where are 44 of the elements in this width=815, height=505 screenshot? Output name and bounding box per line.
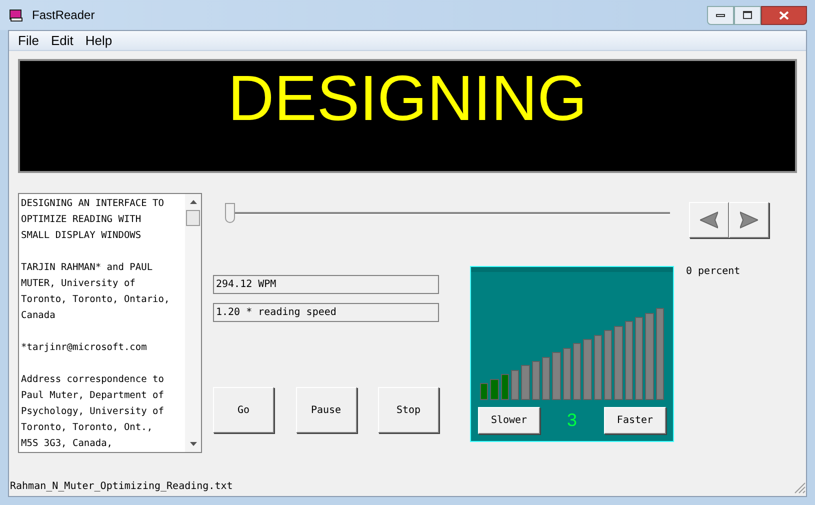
menu-item[interactable]: Help <box>80 30 118 50</box>
document-line: OPTIMIZE READING WITH <box>21 213 142 227</box>
menu-item[interactable]: Edit <box>46 30 78 50</box>
scrollbar-thumb[interactable] <box>186 210 200 226</box>
control-button[interactable]: Pause <box>296 387 356 433</box>
next-button[interactable] <box>729 202 769 238</box>
minimize-button[interactable] <box>707 6 734 24</box>
document-line: M5S 3G3, Canada, <box>21 437 114 451</box>
document-line: Psychology, University of <box>21 405 165 419</box>
progress-percent: 0 percent <box>686 265 740 279</box>
close-button[interactable] <box>761 6 807 24</box>
resize-grip-icon <box>794 482 806 494</box>
document-line: Canada <box>21 309 56 323</box>
document-line: DESIGNING AN INTERFACE TO <box>21 197 165 211</box>
position-slider[interactable] <box>225 203 670 225</box>
menu-item[interactable]: File <box>13 30 44 50</box>
previous-button[interactable] <box>689 202 729 238</box>
document-line: MUTER, University of <box>21 277 136 291</box>
readout-field: 1.20 * reading speed <box>213 303 439 322</box>
document-line: *tarjinr@microsoft.com <box>21 341 148 355</box>
window-title: FastReader <box>32 7 95 24</box>
document-text-area[interactable] <box>18 193 202 453</box>
control-button[interactable]: Go <box>213 387 274 433</box>
document-line: Address correspondence to <box>21 373 165 387</box>
speed-level-number: 3 <box>566 409 577 432</box>
document-line: Toronto, Toronto, Ontario, <box>21 293 171 307</box>
document-line: Paul Muter, Department of <box>21 389 165 403</box>
maximize-button[interactable] <box>734 6 761 24</box>
left-triangle-icon <box>700 211 718 229</box>
display-word: DESIGNING <box>228 61 588 135</box>
status-filename: Rahman_N_Muter_Optimizing_Reading.txt <box>10 480 233 494</box>
scroll-up-icon <box>190 200 196 204</box>
document-line: TARJIN RAHMAN* and PAUL <box>21 261 154 275</box>
control-button[interactable]: Stop <box>378 387 439 433</box>
readout-field: 294.12 WPM <box>213 275 439 294</box>
book-icon <box>8 7 24 23</box>
close-icon <box>779 10 789 20</box>
document-line: Toronto, Toronto, Ont., <box>21 421 154 435</box>
slider-thumb[interactable] <box>225 203 235 223</box>
scroll-down-icon <box>190 442 196 446</box>
document-line: SMALL DISPLAY WINDOWS <box>21 229 142 243</box>
faster-button[interactable]: Faster <box>604 407 666 434</box>
slower-button[interactable]: Slower <box>478 407 540 434</box>
right-triangle-icon <box>740 211 758 229</box>
